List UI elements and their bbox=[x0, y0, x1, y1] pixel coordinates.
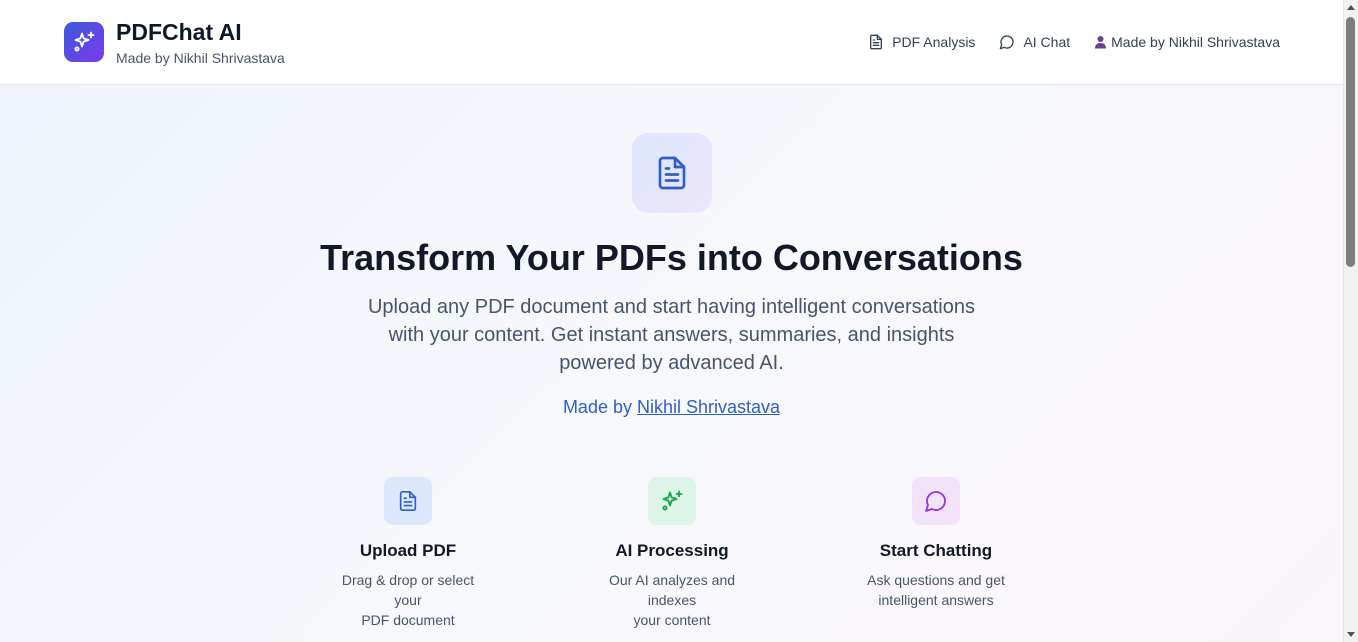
feature-upload-pdf: Upload PDF Drag & drop or select your PD… bbox=[278, 477, 538, 630]
hero-description-line: powered by advanced AI. bbox=[559, 352, 784, 374]
hero-title: Transform Your PDFs into Conversations bbox=[320, 237, 1023, 278]
feature-description-line: Drag & drop or select your bbox=[341, 572, 475, 608]
feature-ai-processing: AI Processing Our AI analyzes and indexe… bbox=[542, 477, 802, 630]
nav-label: Made by Nikhil Shrivastava bbox=[1111, 34, 1280, 50]
feature-description-line: Ask questions and get bbox=[867, 572, 1005, 588]
feature-title: AI Processing bbox=[615, 541, 729, 560]
scroll-down-arrow-icon[interactable] bbox=[1347, 632, 1355, 637]
feature-description-line: your content bbox=[633, 612, 711, 628]
file-text-icon bbox=[870, 34, 883, 50]
nav-author[interactable]: Made by Nikhil Shrivastava bbox=[1094, 33, 1280, 51]
user-icon bbox=[1095, 36, 1107, 49]
scroll-thumb[interactable] bbox=[1346, 17, 1355, 267]
hero-description-line: Upload any PDF document and start having… bbox=[367, 296, 975, 318]
scroll-up-arrow-icon[interactable] bbox=[1347, 5, 1355, 10]
message-circle-icon bbox=[1000, 35, 1015, 50]
file-text-icon bbox=[384, 477, 432, 525]
nav-label: AI Chat bbox=[1023, 34, 1071, 50]
made-by-credit: Made by Nikhil Shrivastava bbox=[0, 395, 1343, 419]
feature-start-chatting: Start Chatting Ask questions and get int… bbox=[806, 477, 1066, 610]
author-link[interactable]: Nikhil Shrivastava bbox=[637, 397, 780, 417]
top-header: PDFChat AI Made by Nikhil Shrivastava PD… bbox=[0, 0, 1343, 85]
feature-description-line: PDF document bbox=[361, 612, 455, 628]
hero-description: Upload any PDF document and start having… bbox=[321, 293, 1022, 377]
file-text-icon bbox=[632, 133, 712, 213]
hero-description-line: with your content. Get instant answers, … bbox=[388, 324, 955, 346]
top-nav: PDF Analysis AI Chat Made by Nikhil Shri… bbox=[844, 33, 1280, 51]
feature-description: Drag & drop or select your PDF document bbox=[278, 570, 538, 630]
sparkles-icon bbox=[64, 22, 104, 62]
nav-ai-chat[interactable]: AI Chat bbox=[999, 33, 1070, 51]
made-by-prefix: Made by bbox=[562, 397, 632, 417]
sparkles-icon bbox=[648, 477, 696, 525]
feature-description: Ask questions and get intelligent answer… bbox=[806, 570, 1066, 610]
nav-label: PDF Analysis bbox=[892, 34, 976, 50]
app-title: PDFChat AI bbox=[116, 19, 242, 45]
page: PDFChat AI Made by Nikhil Shrivastava PD… bbox=[0, 0, 1343, 642]
brand[interactable]: PDFChat AI Made by Nikhil Shrivastava bbox=[64, 19, 285, 66]
feature-description: Our AI analyzes and indexes your content bbox=[542, 570, 802, 630]
feature-description-line: intelligent answers bbox=[878, 592, 994, 608]
nav-pdf-analysis[interactable]: PDF Analysis bbox=[868, 33, 975, 51]
vertical-scrollbar[interactable] bbox=[1343, 0, 1358, 642]
app-subtitle: Made by Nikhil Shrivastava bbox=[116, 50, 285, 66]
feature-title: Upload PDF bbox=[359, 541, 457, 560]
feature-title: Start Chatting bbox=[879, 541, 993, 560]
feature-description-line: Our AI analyzes and indexes bbox=[608, 572, 736, 608]
message-circle-icon bbox=[912, 477, 960, 525]
